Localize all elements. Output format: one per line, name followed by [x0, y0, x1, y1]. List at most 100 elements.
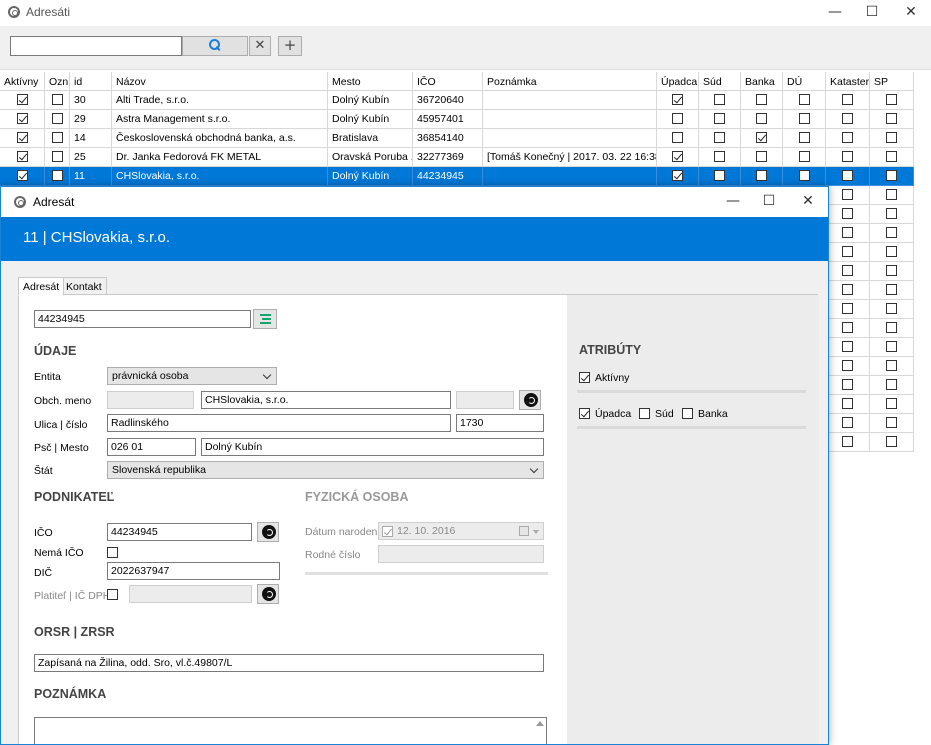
attr-upadca-checkbox[interactable]	[579, 408, 590, 419]
kataster-checkbox[interactable]	[842, 379, 853, 390]
cell-banka[interactable]	[741, 167, 783, 186]
kataster-checkbox[interactable]	[842, 151, 853, 162]
cell-sud[interactable]	[699, 167, 741, 186]
cell-sp[interactable]	[870, 262, 914, 281]
kataster-checkbox[interactable]	[842, 227, 853, 238]
stat-dropdown[interactable]: Slovenská republika	[107, 461, 544, 479]
dialog-maximize-button[interactable]: ☐	[749, 189, 789, 215]
table-row[interactable]: 25 Dr. Janka Fedorová FK METAL Oravská Por…	[0, 148, 914, 167]
kataster-checkbox[interactable]	[842, 284, 853, 295]
sud-checkbox[interactable]	[714, 151, 725, 162]
ic-dph-input[interactable]	[129, 585, 252, 603]
cell-sp[interactable]	[870, 224, 914, 243]
upadca-checkbox[interactable]	[672, 151, 683, 162]
kataster-checkbox[interactable]	[842, 341, 853, 352]
kataster-checkbox[interactable]	[842, 208, 853, 219]
cell-kataster[interactable]	[826, 262, 870, 281]
dialog-minimize-button[interactable]: —	[713, 189, 753, 215]
cell-kataster[interactable]	[826, 167, 870, 186]
column-header-sp[interactable]: SP	[870, 72, 914, 91]
cell-sp[interactable]	[870, 186, 914, 205]
ic-dph-refresh-button[interactable]	[257, 584, 279, 604]
aktivny-checkbox[interactable]	[16, 94, 28, 105]
cell-sp[interactable]	[870, 148, 914, 167]
cell-kataster[interactable]	[826, 224, 870, 243]
cell-ozn[interactable]	[45, 129, 70, 148]
cell-sp[interactable]	[870, 395, 914, 414]
obch-meno-refresh-button[interactable]	[519, 390, 541, 410]
cell-ozn[interactable]	[45, 91, 70, 110]
kataster-checkbox[interactable]	[842, 303, 853, 314]
cell-sp[interactable]	[870, 281, 914, 300]
cell-aktivny[interactable]	[0, 148, 45, 167]
cell-banka[interactable]	[741, 129, 783, 148]
ozn-checkbox[interactable]	[51, 170, 63, 181]
sp-checkbox[interactable]	[886, 113, 897, 124]
cell-sud[interactable]	[699, 110, 741, 129]
sp-checkbox[interactable]	[886, 303, 897, 314]
dic-input[interactable]: 2022637947	[107, 562, 280, 580]
kataster-checkbox[interactable]	[842, 132, 853, 143]
mesto-input[interactable]: Dolný Kubín	[201, 438, 544, 456]
column-header-aktivny[interactable]: Aktívny	[0, 72, 45, 91]
du-checkbox[interactable]	[798, 170, 810, 181]
sp-checkbox[interactable]	[886, 379, 897, 390]
column-header-ico[interactable]: IČO	[413, 72, 483, 91]
cell-kataster[interactable]	[826, 186, 870, 205]
cell-sp[interactable]	[870, 414, 914, 433]
cell-sp[interactable]	[870, 338, 914, 357]
cell-sud[interactable]	[699, 129, 741, 148]
sp-checkbox[interactable]	[886, 189, 897, 200]
sp-checkbox[interactable]	[886, 284, 897, 295]
column-header-poznamka[interactable]: Poznámka	[483, 72, 657, 91]
aktivny-checkbox[interactable]	[16, 113, 28, 124]
orsr-input[interactable]: Zapísaná na Žilina, odd. Sro, vl.č.49807…	[34, 654, 544, 672]
cell-sp[interactable]	[870, 110, 914, 129]
kataster-checkbox[interactable]	[842, 189, 853, 200]
attr-sud-checkbox[interactable]	[639, 408, 650, 419]
sp-checkbox[interactable]	[886, 227, 897, 238]
cell-kataster[interactable]	[826, 281, 870, 300]
cell-banka[interactable]	[741, 148, 783, 167]
cell-kataster[interactable]	[826, 414, 870, 433]
psc-input[interactable]: 026 01	[107, 438, 196, 456]
cell-ozn[interactable]	[45, 167, 70, 186]
cell-sp[interactable]	[870, 433, 914, 452]
column-header-sud[interactable]: Súd	[699, 72, 741, 91]
upadca-checkbox[interactable]	[672, 113, 683, 124]
upadca-checkbox[interactable]	[672, 170, 683, 181]
sud-checkbox[interactable]	[714, 170, 725, 181]
cell-aktivny[interactable]	[0, 110, 45, 129]
attr-banka-checkbox[interactable]	[682, 408, 693, 419]
du-checkbox[interactable]	[798, 132, 810, 143]
kataster-checkbox[interactable]	[842, 170, 853, 181]
cell-sp[interactable]	[870, 319, 914, 338]
ozn-checkbox[interactable]	[51, 151, 63, 162]
cell-kataster[interactable]	[826, 319, 870, 338]
search-button[interactable]	[182, 36, 248, 56]
dialog-close-button[interactable]: ✕	[788, 189, 828, 215]
cell-upadca[interactable]	[657, 167, 699, 186]
column-header-upadca[interactable]: Úpadca	[657, 72, 699, 91]
sp-checkbox[interactable]	[886, 151, 897, 162]
cell-du[interactable]	[783, 91, 826, 110]
cell-aktivny[interactable]	[0, 91, 45, 110]
sp-checkbox[interactable]	[886, 246, 897, 257]
cell-du[interactable]	[783, 110, 826, 129]
nema-ico-checkbox[interactable]	[107, 547, 118, 558]
tab-kontakt[interactable]: Kontakt	[61, 277, 107, 295]
cell-sp[interactable]	[870, 167, 914, 186]
banka-checkbox[interactable]	[756, 113, 767, 124]
column-header-id[interactable]: id	[70, 72, 112, 91]
rodne-cislo-input[interactable]	[378, 545, 544, 563]
sp-checkbox[interactable]	[886, 417, 897, 428]
kataster-checkbox[interactable]	[842, 436, 853, 447]
du-checkbox[interactable]	[798, 151, 810, 162]
cell-kataster[interactable]	[826, 110, 870, 129]
cislo-input[interactable]: 1730	[456, 414, 544, 432]
aktivny-checkbox[interactable]	[16, 132, 28, 143]
cell-sp[interactable]	[870, 243, 914, 262]
cell-kataster[interactable]	[826, 205, 870, 224]
cell-banka[interactable]	[741, 91, 783, 110]
column-header-kataster[interactable]: Kataster	[826, 72, 870, 91]
